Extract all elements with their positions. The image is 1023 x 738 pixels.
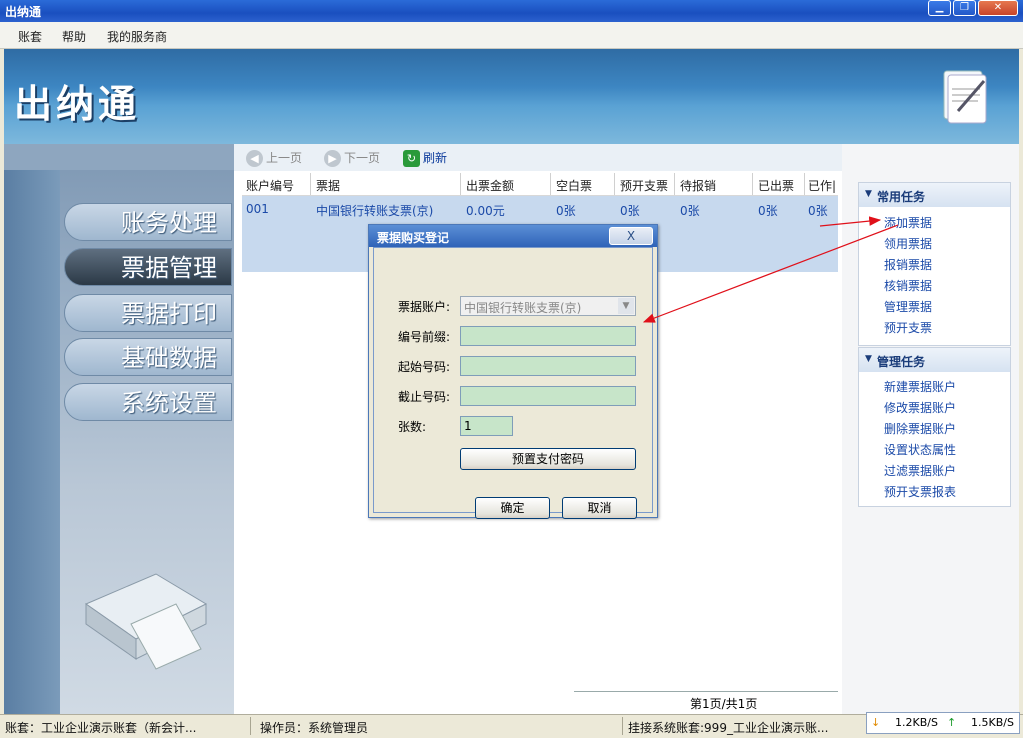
prev-page-button[interactable]: ◀ 上一页 [246,149,302,167]
column-header[interactable]: 已出票 [758,177,794,194]
printer-icon [84,573,208,670]
next-page-label: 下一页 [344,151,381,165]
bill-account-select[interactable]: 中国银行转账支票(京) ▼ [460,296,636,316]
task-preissue-report[interactable]: 预开支票报表 [884,483,956,500]
number-prefix-field[interactable] [460,326,636,346]
count-field[interactable]: 1 [460,416,513,436]
refresh-icon: ↻ [403,150,420,167]
task-status-attributes[interactable]: 设置状态属性 [884,441,956,458]
network-speed-widget: ↓ 1.2KB/S ↑ 1.5KB/S [866,712,1020,734]
task-add-bill[interactable]: 添加票据 [884,214,932,231]
download-arrow-icon: ↓ [871,716,881,729]
cell-blank: 0张 [556,204,576,218]
dialog-title: 票据购买登记 [377,231,450,245]
task-panel: ▼ 常用任务 添加票据 领用票据 报销票据 核销票据 管理票据 预开支票 ▼ 管… [842,144,1019,714]
sidebar: 账务处理 票据管理 票据打印 基础数据 系统设置 [4,144,234,714]
sidebar-groove [4,170,60,714]
download-speed: 1.2KB/S [895,716,938,729]
account-label: 票据账户: [398,300,451,314]
column-header[interactable]: 账户编号 [246,177,294,194]
menu-account[interactable]: 账套 [18,28,42,45]
bill-purchase-dialog: 票据购买登记 X 票据账户: 中国银行转账支票(京) ▼ 编号前缀: 起始号码:… [368,224,658,519]
dropdown-arrow-icon[interactable]: ▼ [618,298,634,314]
cancel-button[interactable]: 取消 [562,497,637,519]
status-account: 账套：工业企业演示账套（新会计... [5,721,197,735]
column-header[interactable]: 已作| [808,177,836,194]
status-operator: 操作员：系统管理员 [260,721,369,735]
cell-bill: 中国银行转账支票(京) [316,204,434,218]
cell-voided: 0张 [808,204,828,218]
refresh-label: 刷新 [423,151,448,165]
bill-account-value: 中国银行转账支票(京) [464,301,582,315]
manage-tasks-header[interactable]: ▼ 管理任务 [859,348,1010,372]
back-arrow-icon: ◀ [246,150,263,167]
grid-header: 账户编号 票据 出票金额 空白票 预开支票 待报销 已出票 已作| [242,173,838,196]
task-filter-accounts[interactable]: 过滤票据账户 [884,462,956,479]
app-banner: 出纳通 [4,49,1019,144]
task-delete-account[interactable]: 删除票据账户 [884,420,956,437]
ok-button[interactable]: 确定 [475,497,550,519]
manage-tasks-title: 管理任务 [877,355,926,369]
task-manage-bill[interactable]: 管理票据 [884,298,932,315]
start-number-field[interactable] [460,356,636,376]
collapse-triangle-icon: ▼ [865,189,872,199]
cell-account-no: 001 [246,202,269,216]
task-use-bill[interactable]: 领用票据 [884,235,932,252]
upload-speed: 1.5KB/S [971,716,1014,729]
prefix-label: 编号前缀: [398,330,451,344]
column-header[interactable]: 票据 [316,177,340,194]
nav-bill-management[interactable]: 票据管理 [64,248,232,286]
start-number-label: 起始号码: [398,360,451,374]
dialog-body: 票据账户: 中国银行转账支票(京) ▼ 编号前缀: 起始号码: 截止号码: 张数… [373,247,653,519]
cell-issued: 0张 [758,204,778,218]
page-indicator: 第1页/共1页 [690,697,758,711]
end-number-field[interactable] [460,386,636,406]
column-header[interactable]: 待报销 [680,177,716,194]
menu-bar: 账套 帮助 我的服务商 [0,22,1023,49]
common-tasks-title: 常用任务 [877,190,926,204]
cell-preissued: 0张 [620,204,640,218]
app-logo: 出纳通 [14,82,141,126]
next-page-button[interactable]: ▶ 下一页 [324,149,380,167]
nav-system-settings[interactable]: 系统设置 [64,383,232,421]
dialog-close-button[interactable]: X [609,227,653,245]
collapse-triangle-icon: ▼ [865,354,872,364]
pager: 第1页/共1页 [574,691,838,711]
nav-accounting[interactable]: 账务处理 [64,203,232,241]
maximize-button[interactable]: ❐ [953,0,976,16]
common-tasks-box: ▼ 常用任务 添加票据 领用票据 报销票据 核销票据 管理票据 预开支票 [858,182,1011,346]
document-icon [943,70,987,124]
end-number-label: 截止号码: [398,390,451,404]
preset-password-button[interactable]: 预置支付密码 [460,448,636,470]
cell-amount: 0.00元 [466,204,505,218]
prev-page-label: 上一页 [266,151,303,165]
toolbar: ◀ 上一页 ▶ 下一页 ↻ 刷新 [234,144,842,171]
close-button[interactable]: ✕ [978,0,1018,16]
minimize-button[interactable]: ▁ [928,0,951,16]
window-title: 出纳通 [5,5,42,19]
count-label: 张数: [398,420,427,434]
menu-service-provider[interactable]: 我的服务商 [107,28,167,45]
task-reimburse-bill[interactable]: 报销票据 [884,256,932,273]
cell-pending: 0张 [680,204,700,218]
task-writeoff-bill[interactable]: 核销票据 [884,277,932,294]
column-header[interactable]: 空白票 [556,177,592,194]
sidebar-header-strip [4,144,234,170]
common-tasks-header[interactable]: ▼ 常用任务 [859,183,1010,207]
task-preissue-check[interactable]: 预开支票 [884,319,932,336]
nav-basic-data[interactable]: 基础数据 [64,338,232,376]
column-header[interactable]: 出票金额 [466,177,514,194]
title-bar: 出纳通 ▁ ❐ ✕ [0,0,1023,22]
manage-tasks-box: ▼ 管理任务 新建票据账户 修改票据账户 删除票据账户 设置状态属性 过滤票据账… [858,347,1011,507]
task-edit-account[interactable]: 修改票据账户 [884,399,956,416]
status-linked-account: 挂接系统账套:999_工业企业演示账... [628,721,829,735]
task-new-account[interactable]: 新建票据账户 [884,378,956,395]
column-header[interactable]: 预开支票 [620,177,668,194]
refresh-button[interactable]: ↻ 刷新 [403,149,447,167]
upload-arrow-icon: ↑ [947,716,957,729]
forward-arrow-icon: ▶ [324,150,341,167]
nav-bill-printing[interactable]: 票据打印 [64,294,232,332]
menu-help[interactable]: 帮助 [62,28,86,45]
